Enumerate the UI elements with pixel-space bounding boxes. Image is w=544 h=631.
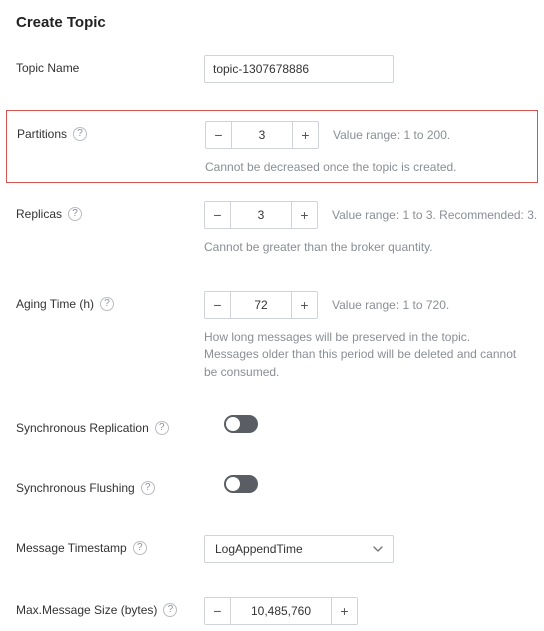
replicas-range-hint: Value range: 1 to 3. Recommended: 3. [332, 208, 537, 222]
partitions-note: Cannot be decreased once the topic is cr… [205, 159, 527, 176]
aging-time-stepper: − + [204, 291, 318, 319]
partitions-input[interactable] [232, 122, 292, 148]
row-topic-name: Topic Name [16, 49, 528, 89]
row-aging-time: Aging Time (h) ? − + Value range: 1 to 7… [16, 285, 528, 387]
aging-time-note: How long messages will be preserved in t… [204, 329, 528, 381]
help-icon[interactable]: ? [73, 127, 87, 141]
replicas-note: Cannot be greater than the broker quanti… [204, 239, 537, 256]
label-message-timestamp: Message Timestamp [16, 535, 127, 561]
max-message-size-input[interactable] [231, 598, 331, 624]
replicas-stepper: − + [204, 201, 318, 229]
aging-time-increment-button[interactable]: + [291, 292, 317, 318]
replicas-decrement-button[interactable]: − [205, 202, 231, 228]
row-max-message-size: Max.Message Size (bytes) ? − + [16, 591, 528, 631]
help-icon[interactable]: ? [133, 541, 147, 555]
max-message-size-stepper: − + [204, 597, 358, 625]
toggle-knob [226, 477, 240, 491]
message-timestamp-value: LogAppendTime [215, 542, 373, 556]
partitions-stepper: − + [205, 121, 319, 149]
label-topic-name: Topic Name [16, 55, 79, 81]
sync-replication-toggle[interactable] [224, 415, 258, 433]
row-partitions: Partitions ? − + Value range: 1 to 200. … [6, 110, 538, 183]
help-icon[interactable]: ? [155, 421, 169, 435]
max-message-size-decrement-button[interactable]: − [205, 598, 231, 624]
toggle-knob [226, 417, 240, 431]
label-replicas: Replicas [16, 201, 62, 227]
row-replicas: Replicas ? − + Value range: 1 to 3. Reco… [16, 195, 528, 262]
partitions-decrement-button[interactable]: − [206, 122, 232, 148]
label-sync-replication: Synchronous Replication [16, 415, 149, 441]
max-message-size-increment-button[interactable]: + [331, 598, 357, 624]
partitions-range-hint: Value range: 1 to 200. [333, 128, 450, 142]
row-sync-replication: Synchronous Replication ? [16, 409, 528, 447]
label-aging-time: Aging Time (h) [16, 291, 94, 317]
replicas-increment-button[interactable]: + [291, 202, 317, 228]
label-partitions: Partitions [17, 121, 67, 147]
aging-time-range-hint: Value range: 1 to 720. [332, 298, 449, 312]
label-max-message-size: Max.Message Size (bytes) [16, 597, 157, 623]
replicas-input[interactable] [231, 202, 291, 228]
message-timestamp-select[interactable]: LogAppendTime [204, 535, 394, 563]
aging-time-input[interactable] [231, 292, 291, 318]
row-sync-flushing: Synchronous Flushing ? [16, 469, 528, 507]
sync-flushing-toggle[interactable] [224, 475, 258, 493]
page-title: Create Topic [16, 14, 528, 31]
row-message-timestamp: Message Timestamp ? LogAppendTime [16, 529, 528, 569]
partitions-increment-button[interactable]: + [292, 122, 318, 148]
help-icon[interactable]: ? [163, 603, 177, 617]
label-sync-flushing: Synchronous Flushing [16, 475, 135, 501]
help-icon[interactable]: ? [100, 297, 114, 311]
help-icon[interactable]: ? [141, 481, 155, 495]
topic-name-input[interactable] [204, 55, 394, 83]
help-icon[interactable]: ? [68, 207, 82, 221]
aging-time-decrement-button[interactable]: − [205, 292, 231, 318]
chevron-down-icon [373, 546, 383, 552]
